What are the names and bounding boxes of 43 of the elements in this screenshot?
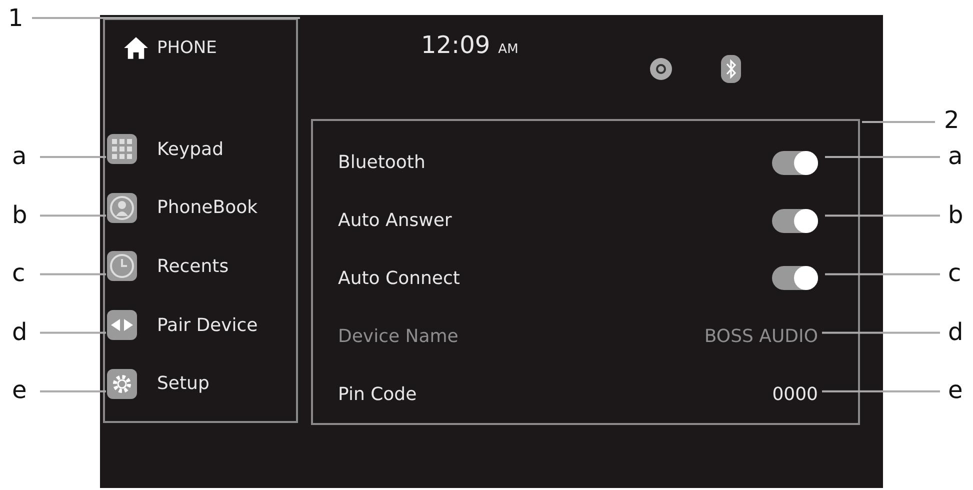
setting-label: Device Name [338,326,458,347]
setting-label: Pin Code [338,384,417,405]
toggle-switch[interactable] [772,208,818,233]
callout-letter: a [948,142,963,170]
setting-value: 0000 [772,384,818,405]
callout-letter: e [948,376,963,404]
menu-item[interactable]: PhoneBook [105,178,296,238]
screen-title: PHONE [157,38,217,58]
menu-item[interactable]: Keypad [105,120,296,179]
leader-line [40,273,106,276]
callout-number: 1 [8,4,24,32]
toggle-switch[interactable] [772,150,818,175]
callout-letter: b [12,200,28,229]
keypad-icon [107,134,137,164]
leader-line [40,156,106,158]
callout-letter: c [12,259,26,288]
leader-line [40,214,106,217]
toggle-switch[interactable] [772,266,818,290]
clock-meridiem: AM [498,42,518,57]
leader-line [40,332,106,334]
setting-label: Bluetooth [338,152,426,174]
clock-time: 12:09 [421,30,490,61]
clock-icon [107,251,137,282]
callout-letter: e [12,376,27,404]
pair-icon [107,310,137,340]
menu-item[interactable]: Pair Device [105,296,296,354]
menu-item[interactable]: Recents [105,237,296,296]
callout-letter: a [12,142,27,170]
callout-letter: b [948,200,964,229]
setting-label: Auto Connect [338,268,460,289]
bluetooth-icon[interactable] [721,54,742,82]
callout-letter: c [948,259,962,288]
menu-item[interactable]: Setup [105,354,296,413]
home-icon[interactable] [123,36,149,60]
callout-letter: d [12,318,28,346]
settings-icon [107,368,137,399]
callout-letter: d [948,318,964,346]
setting-value: BOSS AUDIO [704,326,818,347]
callout-number: 2 [944,106,960,134]
disc-icon[interactable] [648,56,674,82]
leader-line [40,390,106,392]
setting-label: Auto Answer [338,210,452,232]
person-icon [107,192,137,223]
